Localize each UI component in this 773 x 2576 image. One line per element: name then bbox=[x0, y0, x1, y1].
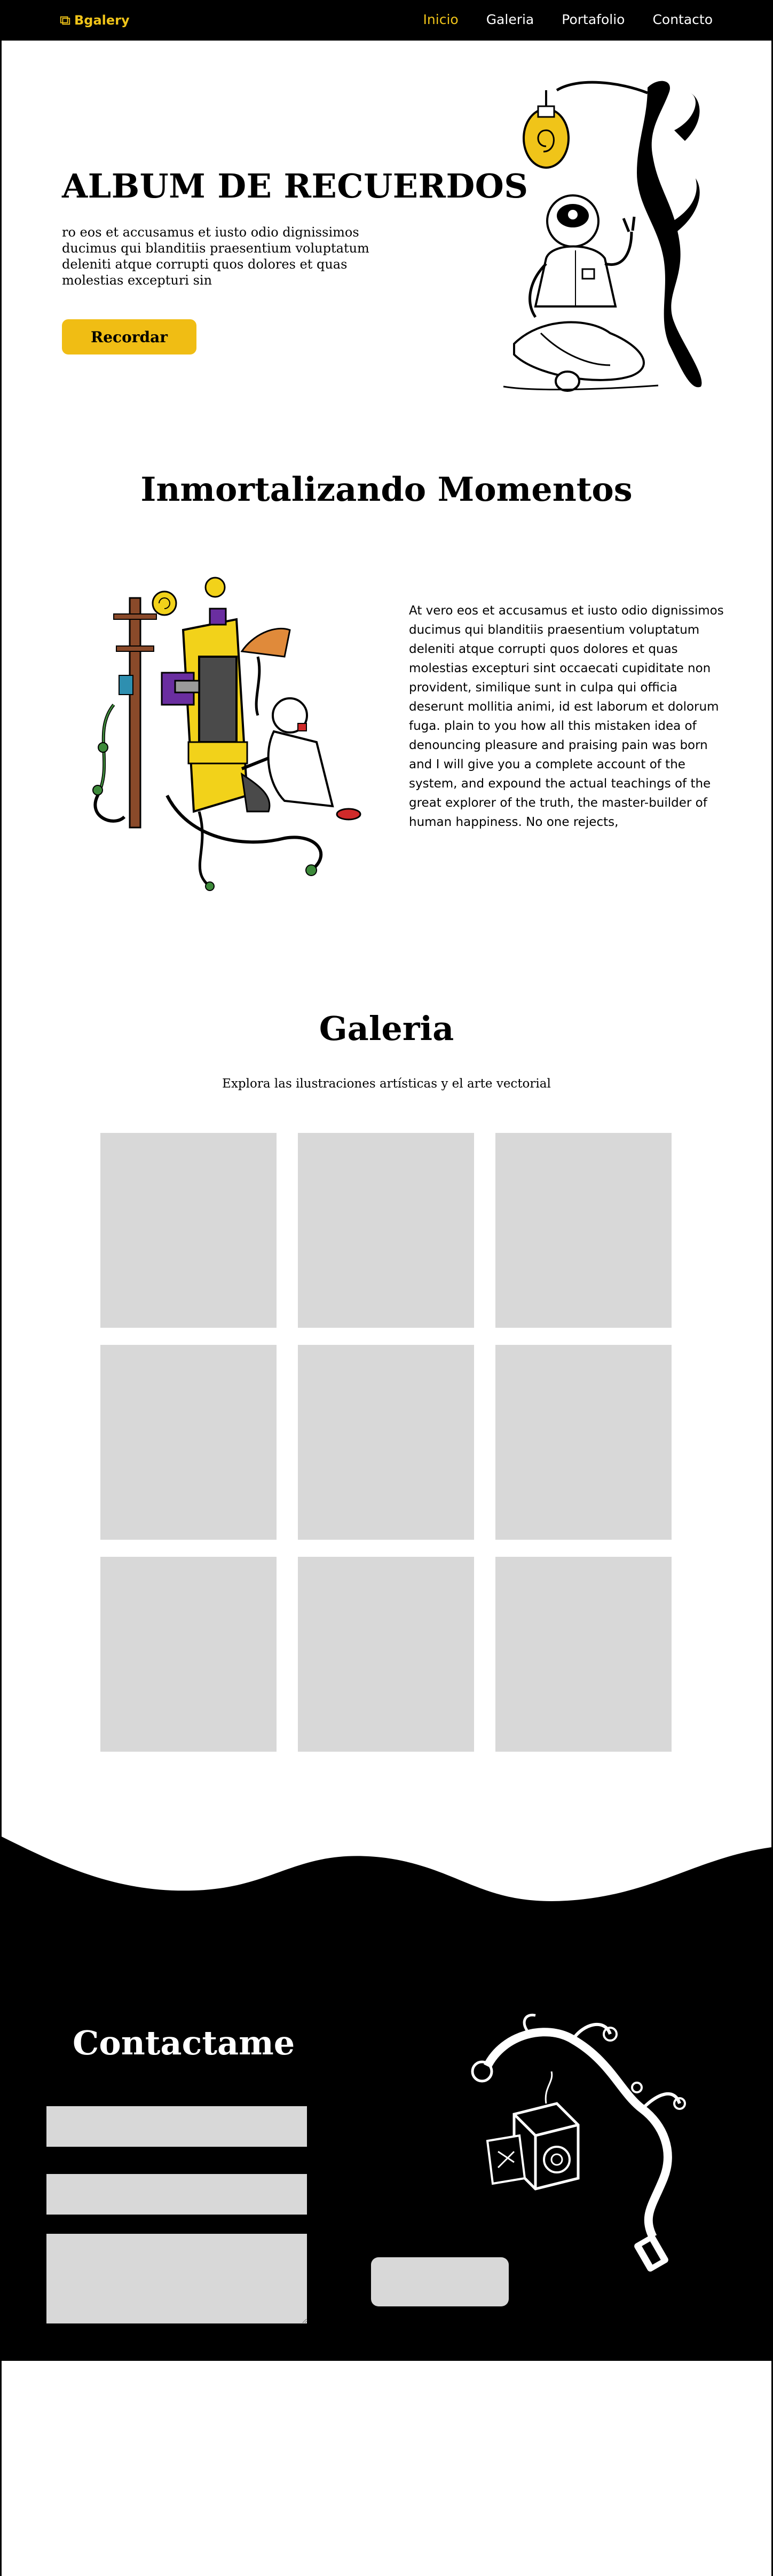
gallery-grid bbox=[100, 1133, 675, 1752]
name-field[interactable] bbox=[46, 2106, 307, 2147]
arcade-illustration bbox=[92, 577, 361, 891]
gallery-item[interactable] bbox=[100, 1557, 277, 1752]
gallery-item[interactable] bbox=[100, 1133, 277, 1328]
section-text-momentos: At vero eos et accusamus et iusto odio d… bbox=[409, 604, 724, 829]
hero-text: ro eos et accusamus et iusto odio dignis… bbox=[62, 225, 369, 288]
hero-title: ALBUM DE RECUERDOS bbox=[62, 167, 529, 206]
brand-logo[interactable]: Bgalery bbox=[59, 13, 130, 28]
navbar: Bgalery Inicio Galeria Portafolio Contac… bbox=[2, 0, 771, 41]
wave-divider bbox=[2, 1837, 771, 1933]
recordar-button[interactable]: Recordar bbox=[62, 319, 196, 355]
gallery-icon bbox=[60, 16, 70, 25]
gallery-item[interactable] bbox=[495, 1133, 672, 1328]
gallery-item[interactable] bbox=[298, 1345, 474, 1540]
section-title-momentos: Inmortalizando Momentos bbox=[140, 470, 633, 509]
gallery-item[interactable] bbox=[495, 1345, 672, 1540]
gallery-subtitle: Explora las ilustraciones artísticas y e… bbox=[222, 1077, 551, 1091]
nav-link-inicio[interactable]: Inicio bbox=[423, 12, 459, 27]
brand-name: Bgalery bbox=[74, 13, 130, 28]
gallery-title: Galeria bbox=[319, 1009, 454, 1048]
contact-title: Contactame bbox=[73, 2023, 295, 2062]
message-field[interactable] bbox=[46, 2234, 307, 2323]
nav-link-contacto[interactable]: Contacto bbox=[652, 12, 713, 27]
main-nav: Inicio Galeria Portafolio Contacto bbox=[423, 12, 713, 27]
gallery-item[interactable] bbox=[100, 1345, 277, 1540]
nav-link-portafolio[interactable]: Portafolio bbox=[562, 12, 625, 27]
hero-illustration bbox=[503, 81, 702, 392]
contact-illustration bbox=[471, 2013, 686, 2272]
nav-link-galeria[interactable]: Galeria bbox=[486, 12, 534, 27]
email-field[interactable] bbox=[46, 2174, 307, 2215]
gallery-item[interactable] bbox=[298, 1557, 474, 1752]
gallery-item[interactable] bbox=[495, 1557, 672, 1752]
gallery-item[interactable] bbox=[298, 1133, 474, 1328]
